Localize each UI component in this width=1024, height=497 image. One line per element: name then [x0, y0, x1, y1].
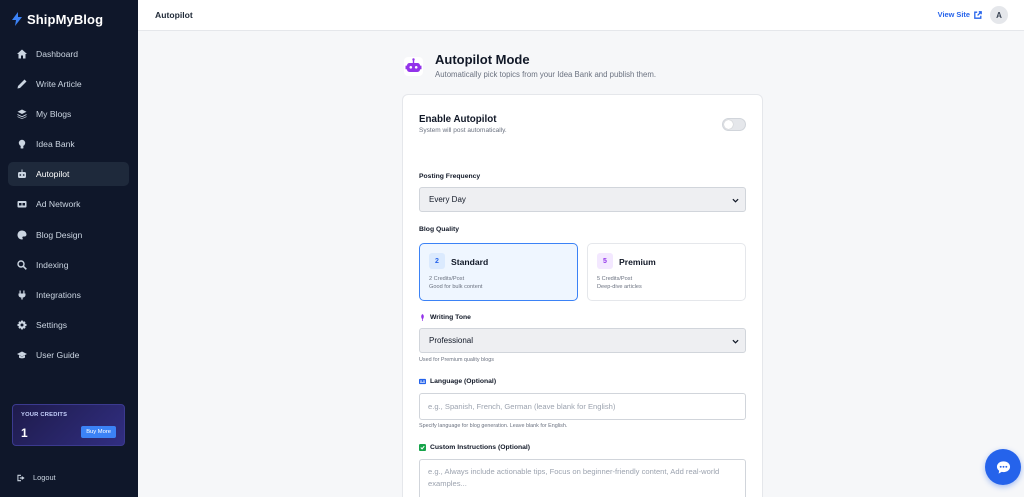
- chevron-down-icon: [732, 339, 739, 344]
- quality-name: Standard: [451, 257, 489, 267]
- sidebar-item-blog-design[interactable]: Blog Design: [8, 223, 129, 247]
- sidebar-item-autopilot[interactable]: Autopilot: [8, 162, 129, 187]
- quality-option-premium[interactable]: 5 Premium 5 Credits/Post Deep-dive artic…: [587, 243, 746, 301]
- gear-icon: [17, 320, 27, 330]
- writing-tone-value: Professional: [429, 336, 474, 345]
- quality-badge: 2: [429, 253, 445, 269]
- brand-name: ShipMyBlog: [27, 11, 104, 27]
- sidebar-item-idea-bank[interactable]: Idea Bank: [8, 132, 129, 156]
- edit-icon: [419, 444, 426, 451]
- sidebar-item-label: Settings: [36, 319, 68, 330]
- posting-frequency-select[interactable]: Every Day: [419, 187, 746, 212]
- toggle-knob: [724, 120, 733, 129]
- enable-autopilot-title: Enable Autopilot: [419, 114, 497, 125]
- writing-tone-hint: Used for Premium quality blogs: [419, 357, 494, 363]
- sidebar-item-write-article[interactable]: Write Article: [8, 72, 129, 96]
- credits-panel: YOUR CREDITS 1 Buy More: [12, 404, 125, 446]
- autopilot-mode-title: Autopilot Mode: [435, 52, 530, 67]
- custom-instructions-label: Custom Instructions (Optional): [419, 444, 530, 451]
- avatar[interactable]: A: [990, 6, 1008, 24]
- top-bar: Autopilot View Site A: [138, 0, 1024, 31]
- quill-icon: [421, 314, 424, 321]
- sidebar: ShipMyBlog Dashboard Write Article My Bl…: [0, 0, 138, 497]
- custom-instructions-textarea[interactable]: e.g., Always include actionable tips, Fo…: [419, 459, 746, 497]
- sidebar-item-dashboard[interactable]: Dashboard: [8, 42, 129, 66]
- sidebar-nav: Dashboard Write Article My Blogs Idea Ba…: [8, 42, 129, 373]
- sidebar-item-my-blogs[interactable]: My Blogs: [8, 102, 129, 126]
- sidebar-item-label: Write Article: [36, 79, 82, 90]
- writing-tone-label: Writing Tone: [419, 314, 471, 321]
- brand[interactable]: ShipMyBlog: [0, 0, 138, 38]
- sidebar-item-label: Dashboard: [36, 49, 79, 59]
- sidebar-item-label: My Blogs: [36, 109, 72, 120]
- quality-name: Premium: [619, 257, 656, 267]
- language-label: Language (Optional): [419, 378, 496, 385]
- logout-icon: [17, 474, 25, 481]
- language-icon: [419, 378, 426, 385]
- sidebar-item-label: Integrations: [36, 289, 81, 300]
- sidebar-item-user-guide[interactable]: User Guide: [8, 343, 129, 367]
- view-site-link[interactable]: View Site: [938, 10, 982, 19]
- writing-tone-select[interactable]: Professional: [419, 328, 746, 353]
- enable-autopilot-subtitle: System will post automatically.: [419, 127, 507, 134]
- graduation-cap-icon: [17, 350, 27, 360]
- language-input[interactable]: e.g., Spanish, French, German (leave bla…: [419, 393, 746, 420]
- view-site-label: View Site: [937, 10, 970, 19]
- palette-icon: [17, 230, 27, 240]
- page-title: Autopilot: [155, 10, 193, 20]
- pen-icon: [17, 79, 27, 89]
- buy-more-button[interactable]: Buy More: [81, 426, 116, 438]
- quality-credits: 2 Credits/Post: [429, 276, 465, 282]
- quality-credits: 5 Credits/Post: [597, 276, 633, 282]
- language-placeholder: e.g., Spanish, French, German (leave bla…: [428, 402, 616, 411]
- sidebar-item-label: Autopilot: [36, 169, 70, 180]
- bolt-icon: [12, 12, 22, 26]
- custom-instructions-placeholder: e.g., Always include actionable tips, Fo…: [428, 467, 720, 488]
- home-icon: [17, 49, 27, 59]
- language-hint: Specify language for blog generation. Le…: [419, 423, 568, 429]
- credits-label: YOUR CREDITS: [21, 412, 68, 418]
- layers-icon: [17, 109, 27, 120]
- sidebar-item-settings[interactable]: Settings: [8, 313, 129, 337]
- robot-icon: [17, 169, 27, 179]
- sidebar-item-integrations[interactable]: Integrations: [8, 283, 129, 307]
- search-icon: [17, 259, 27, 270]
- autopilot-settings-card: Enable Autopilot System will post automa…: [402, 94, 763, 497]
- ad-icon: [17, 199, 27, 209]
- sidebar-item-indexing[interactable]: Indexing: [8, 253, 129, 277]
- chevron-down-icon: [732, 198, 739, 203]
- posting-frequency-value: Every Day: [429, 195, 466, 204]
- quality-description: Good for bulk content: [429, 284, 483, 290]
- quality-description: Deep-dive articles: [597, 284, 642, 290]
- posting-frequency-label: Posting Frequency: [419, 173, 481, 180]
- quality-option-standard[interactable]: 2 Standard 2 Credits/Post Good for bulk …: [419, 243, 578, 301]
- blog-quality-label: Blog Quality: [419, 226, 460, 233]
- sidebar-item-ad-network[interactable]: Ad Network: [8, 192, 129, 216]
- sidebar-item-label: Idea Bank: [36, 139, 75, 150]
- sidebar-item-label: User Guide: [36, 349, 80, 360]
- sidebar-item-label: Ad Network: [36, 199, 81, 210]
- plug-icon: [17, 290, 27, 300]
- logout-link[interactable]: Logout: [17, 473, 56, 482]
- robot-icon: [404, 57, 423, 76]
- sidebar-item-label: Indexing: [36, 259, 69, 270]
- quality-badge: 5: [597, 253, 613, 269]
- enable-autopilot-toggle[interactable]: [722, 118, 746, 131]
- autopilot-mode-subtitle: Automatically pick topics from your Idea…: [435, 70, 657, 79]
- chat-bubble-icon: [996, 460, 1010, 474]
- lightbulb-icon: [17, 139, 27, 149]
- chat-button[interactable]: [985, 449, 1021, 485]
- credits-value: 1: [21, 426, 28, 440]
- external-link-icon: [974, 10, 982, 19]
- logout-label: Logout: [33, 473, 56, 482]
- sidebar-item-label: Blog Design: [36, 229, 83, 240]
